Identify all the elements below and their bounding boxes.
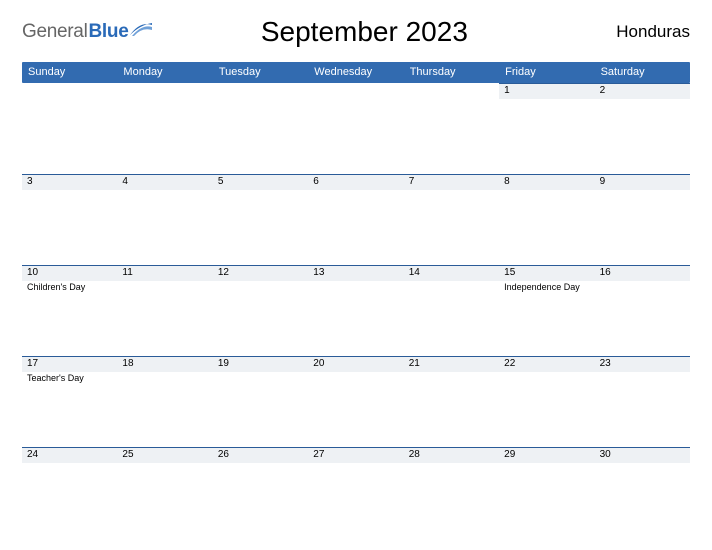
day-number: 6	[308, 175, 403, 190]
day-number: 21	[404, 357, 499, 372]
day-number: 29	[499, 448, 594, 463]
day-number: 26	[213, 448, 308, 463]
calendar-title: September 2023	[261, 16, 468, 48]
day-number: 19	[213, 357, 308, 372]
day-number: 9	[595, 175, 690, 190]
day-number: 18	[117, 357, 212, 372]
logo-text-general: General	[22, 21, 88, 43]
day-event: Children's Day	[22, 281, 117, 292]
calendar-cell: 29	[499, 447, 594, 538]
weekday-header: Sunday	[22, 62, 117, 83]
day-number: 2	[595, 84, 690, 99]
weekday-header: Saturday	[595, 62, 690, 83]
calendar-cell: 23	[595, 356, 690, 447]
day-number: 24	[22, 448, 117, 463]
calendar-cell: 9	[595, 174, 690, 265]
calendar-region: Honduras	[616, 22, 690, 42]
day-event: Teacher's Day	[22, 372, 117, 383]
calendar-cell: 22	[499, 356, 594, 447]
calendar-cell: 18	[117, 356, 212, 447]
day-number: 22	[499, 357, 594, 372]
day-number: 27	[308, 448, 403, 463]
calendar-cell: 15Independence Day	[499, 265, 594, 356]
calendar-cell	[404, 83, 499, 174]
calendar-cell	[308, 83, 403, 174]
calendar-cell: 11	[117, 265, 212, 356]
calendar-cell: 16	[595, 265, 690, 356]
calendar-cell: 30	[595, 447, 690, 538]
calendar-cell: 26	[213, 447, 308, 538]
day-number: 5	[213, 175, 308, 190]
logo: General Blue	[22, 21, 152, 43]
day-number: 12	[213, 266, 308, 281]
calendar-cell: 8	[499, 174, 594, 265]
day-number: 11	[117, 266, 212, 281]
day-number: 3	[22, 175, 117, 190]
calendar-cell: 20	[308, 356, 403, 447]
day-number: 8	[499, 175, 594, 190]
calendar-cell: 1	[499, 83, 594, 174]
calendar-cell: 7	[404, 174, 499, 265]
day-number: 10	[22, 266, 117, 281]
day-number: 13	[308, 266, 403, 281]
calendar-cell: 14	[404, 265, 499, 356]
calendar-grid: 12345678910Children's Day1112131415Indep…	[22, 83, 690, 538]
weekday-header: Friday	[499, 62, 594, 83]
day-number: 16	[595, 266, 690, 281]
day-number: 23	[595, 357, 690, 372]
day-number: 1	[499, 84, 594, 99]
calendar-cell: 25	[117, 447, 212, 538]
calendar-cell: 28	[404, 447, 499, 538]
calendar-cell: 12	[213, 265, 308, 356]
calendar-cell	[213, 83, 308, 174]
day-number: 20	[308, 357, 403, 372]
calendar-cell: 5	[213, 174, 308, 265]
calendar-cell: 17Teacher's Day	[22, 356, 117, 447]
calendar-cell: 24	[22, 447, 117, 538]
weekday-header-row: Sunday Monday Tuesday Wednesday Thursday…	[22, 62, 690, 83]
calendar-cell: 19	[213, 356, 308, 447]
calendar-cell: 2	[595, 83, 690, 174]
calendar-cell	[22, 83, 117, 174]
day-number: 4	[117, 175, 212, 190]
weekday-header: Tuesday	[213, 62, 308, 83]
day-number: 30	[595, 448, 690, 463]
day-number: 15	[499, 266, 594, 281]
day-number: 7	[404, 175, 499, 190]
day-number: 14	[404, 266, 499, 281]
calendar-cell	[117, 83, 212, 174]
weekday-header: Monday	[117, 62, 212, 83]
calendar-cell: 27	[308, 447, 403, 538]
logo-text-blue: Blue	[89, 21, 129, 43]
logo-arc-icon	[130, 21, 152, 39]
calendar-cell: 6	[308, 174, 403, 265]
weekday-header: Thursday	[404, 62, 499, 83]
day-number: 28	[404, 448, 499, 463]
weekday-header: Wednesday	[308, 62, 403, 83]
calendar-header: General Blue September 2023 Honduras	[22, 8, 690, 56]
calendar-cell: 3	[22, 174, 117, 265]
day-event: Independence Day	[499, 281, 594, 292]
calendar-cell: 4	[117, 174, 212, 265]
calendar-cell: 13	[308, 265, 403, 356]
day-number: 17	[22, 357, 117, 372]
calendar-cell: 10Children's Day	[22, 265, 117, 356]
day-number: 25	[117, 448, 212, 463]
calendar-cell: 21	[404, 356, 499, 447]
